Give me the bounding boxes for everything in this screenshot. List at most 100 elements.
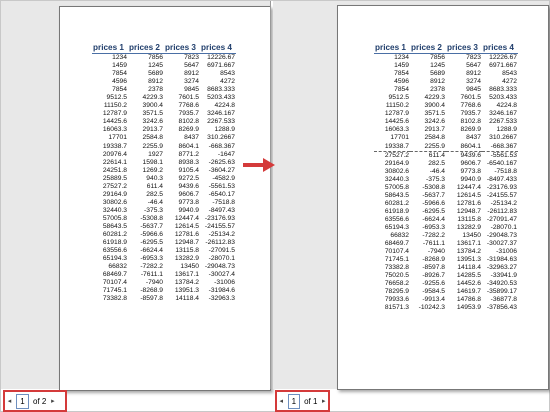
table-cell: 9845	[466, 86, 481, 94]
table-cell: 73382.8	[102, 295, 127, 303]
table-row: 71745.1 -8268.9 13951.3 -31984.63	[374, 256, 518, 264]
table-cell: 4229.3	[142, 94, 163, 102]
table-cell: 57005.8	[102, 214, 127, 222]
table-cell: 8269.9	[178, 126, 199, 134]
table-cell: -6540.17	[208, 190, 235, 198]
table-cell: 81571.3	[384, 304, 409, 312]
table-cell: 71745.1	[384, 256, 409, 264]
table-cell: -33941.9	[490, 272, 517, 280]
table-cell: 1234	[394, 54, 409, 61]
table-cell: -6295.5	[422, 207, 445, 215]
table-cell: 65194.3	[102, 255, 127, 263]
table-cell: -5966.6	[422, 199, 445, 207]
table-cell: 3274	[466, 78, 481, 86]
table-cell: 14118.4	[175, 295, 199, 303]
table-cell: -24155.57	[204, 222, 235, 230]
table-cell: 12948.7	[456, 207, 481, 215]
table-row: 65194.3 -6953.3 13282.9 -28070.1	[374, 224, 518, 232]
page-number-input[interactable]: 1	[16, 393, 29, 409]
table-cell: -7518.8	[494, 167, 517, 175]
table-cell: 7854	[112, 70, 127, 78]
table-cell: 3242.6	[142, 118, 163, 126]
table-cell: 13951.3	[174, 287, 199, 295]
table-row: 7854 2378 9845 8683.333	[374, 86, 518, 94]
table-cell: -30027.4	[208, 271, 235, 279]
table-cell: -8926.7	[422, 272, 445, 280]
page-number-input[interactable]: 1	[287, 393, 301, 409]
table-cell: -6953.3	[140, 255, 163, 263]
table-row: 17701 2584.8 8437 310.2667	[92, 134, 236, 142]
page-count-label: of 1	[304, 396, 318, 406]
table-cell: 13115.8	[175, 247, 199, 255]
table-cell: 12781.6	[174, 231, 199, 239]
table-cell: 2267.533	[489, 118, 517, 126]
prev-page-icon[interactable]: ◂	[277, 393, 286, 409]
table-cell: -6624.4	[422, 215, 445, 223]
table-cell: 5689	[148, 70, 163, 78]
table-cell: 1245	[430, 62, 445, 70]
table-cell: 8912	[148, 78, 163, 86]
table-cell: 12447.4	[174, 214, 199, 222]
table-cell: 2913.7	[142, 126, 163, 134]
right-print-preview: prices 1 prices 2 prices 3 prices 4 1234…	[273, 1, 549, 390]
column-header: prices 4	[482, 43, 518, 54]
table-cell: 19338.7	[102, 142, 127, 150]
table-header-row: prices 1 prices 2 prices 3 prices 4	[374, 43, 518, 54]
column-header: prices 4	[200, 43, 236, 54]
table-row: 4596 8912 3274 4272	[92, 78, 236, 86]
table-cell: 2584.8	[424, 134, 445, 142]
table-row: 16063.3 2913.7 8269.9 1288.9	[374, 126, 518, 134]
table-row: 65194.3 -6953.3 13282.9 -28070.1	[92, 255, 236, 263]
next-page-icon[interactable]: ▸	[48, 393, 57, 409]
table-cell: -23176.93	[486, 183, 517, 191]
table-cell: 8771.2	[178, 150, 199, 158]
table-cell: -6624.4	[140, 247, 163, 255]
table-cell: 63556.6	[102, 247, 127, 255]
table-cell: -8597.8	[422, 264, 445, 272]
left-print-preview: prices 1 prices 2 prices 3 prices 4 1234…	[1, 1, 271, 391]
table-row: 12787.9 3571.5 7935.7 3246.167	[92, 110, 236, 118]
table-cell: -32963.27	[486, 264, 517, 272]
table-cell: 27527.2	[102, 182, 127, 190]
table-cell: 4596	[112, 78, 127, 86]
table-header-row: prices 1 prices 2 prices 3 prices 4	[92, 43, 236, 54]
table-cell: 1288.9	[214, 126, 235, 134]
table-row: 27527.2 611.4 9439.6 -5561.53	[92, 183, 236, 191]
table-cell: 1927	[148, 150, 163, 158]
table-cell: 19338.7	[374, 142, 410, 152]
column-header: prices 3	[446, 43, 482, 54]
table-cell: -28070.1	[208, 255, 235, 263]
table-cell: -31984.63	[486, 256, 517, 264]
table-cell: -7611.1	[422, 240, 445, 248]
table-cell: 13450	[180, 263, 199, 271]
table-cell: 7823	[184, 54, 199, 61]
table-cell: 22614.1	[102, 158, 127, 166]
table-cell: -26112.83	[487, 207, 517, 215]
left-prices-table: prices 1 prices 2 prices 3 prices 4 1234…	[92, 43, 236, 303]
table-cell: 30802.6	[102, 198, 127, 206]
table-row: 7854 2378 9845 8683.333	[92, 86, 236, 94]
table-row: 79933.6 -9913.4 14786.8 -36877.8	[374, 296, 518, 304]
table-cell: 24251.8	[102, 166, 127, 174]
table-cell: 8543	[220, 70, 235, 78]
table-cell: -26112.83	[205, 239, 235, 247]
table-cell: 14619.7	[456, 288, 481, 296]
table-cell: 9606.7	[178, 190, 199, 198]
next-page-icon[interactable]: ▸	[319, 393, 328, 409]
table-row: 58643.5 -5637.7 12614.5 -24155.57	[92, 223, 236, 231]
table-cell: 12948.7	[174, 239, 199, 247]
table-cell: 2584.8	[142, 134, 163, 142]
table-cell: 611.4	[146, 182, 163, 190]
table-row: 1234 7856 7823 12226.67	[92, 54, 236, 63]
table-row: 11150.2 3900.4 7768.6 4224.8	[92, 102, 236, 110]
prev-page-icon[interactable]: ◂	[5, 393, 14, 409]
table-row: 63556.6 -6624.4 13115.8 -27091.5	[92, 247, 236, 255]
table-cell: 9606.7	[460, 159, 481, 167]
table-cell: 9845	[184, 86, 199, 94]
table-cell: -8497.433	[486, 175, 517, 183]
table-cell: -4582.9	[212, 174, 235, 182]
table-cell: 5689	[430, 70, 445, 78]
table-row: 4596 8912 3274 4272	[374, 78, 518, 86]
table-cell: -5308.8	[140, 214, 163, 222]
table-row: 9512.5 4229.3 7601.5 5203.433	[374, 94, 518, 102]
